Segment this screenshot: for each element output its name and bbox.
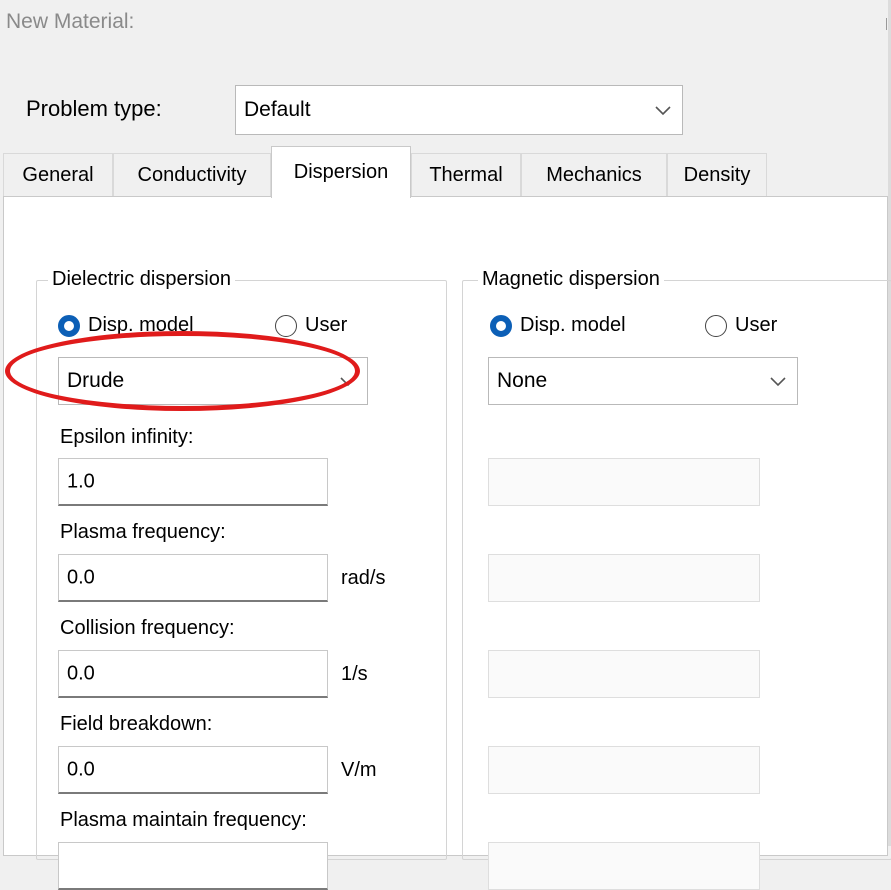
radio-selected-icon bbox=[58, 314, 80, 337]
magnetic-disabled-field-2 bbox=[488, 554, 760, 602]
plasma-maintain-frequency-label: Plasma maintain frequency: bbox=[60, 809, 307, 831]
field-breakdown-label: Field breakdown: bbox=[60, 713, 213, 735]
problem-type-value: Default bbox=[244, 98, 311, 121]
problem-type-label: Problem type: bbox=[26, 96, 162, 121]
collision-frequency-unit: 1/s bbox=[341, 663, 368, 685]
window-edge-mark bbox=[886, 18, 890, 30]
radio-unselected-icon bbox=[275, 314, 297, 337]
tab-density[interactable]: Density bbox=[667, 153, 767, 197]
magnetic-model-dropdown[interactable]: None bbox=[488, 357, 798, 405]
epsilon-infinity-input[interactable]: 1.0 bbox=[58, 458, 328, 506]
magnetic-disabled-field-4 bbox=[488, 746, 760, 794]
plasma-frequency-unit: rad/s bbox=[341, 567, 386, 589]
magnetic-radio-disp-model[interactable]: Disp. model bbox=[490, 314, 626, 337]
magnetic-radio-user[interactable]: User bbox=[705, 314, 777, 337]
collision-frequency-value: 0.0 bbox=[67, 662, 95, 684]
magnetic-disabled-field-5 bbox=[488, 842, 760, 890]
field-breakdown-unit: V/m bbox=[341, 759, 377, 781]
plasma-frequency-label: Plasma frequency: bbox=[60, 521, 226, 543]
magnetic-model-value: None bbox=[497, 369, 548, 392]
tab-conductivity[interactable]: Conductivity bbox=[113, 153, 271, 197]
epsilon-infinity-value: 1.0 bbox=[67, 470, 95, 492]
collision-frequency-label: Collision frequency: bbox=[60, 617, 235, 639]
dielectric-dispersion-title: Dielectric dispersion bbox=[48, 268, 235, 291]
magnetic-disabled-field-1 bbox=[488, 458, 760, 506]
dielectric-radio-user-label: User bbox=[305, 314, 348, 336]
tab-thermal[interactable]: Thermal bbox=[411, 153, 521, 197]
highlight-ellipse bbox=[5, 331, 360, 411]
magnetic-dispersion-title: Magnetic dispersion bbox=[478, 268, 664, 291]
dielectric-radio-user[interactable]: User bbox=[275, 314, 347, 337]
chevron-down-icon bbox=[655, 106, 671, 116]
magnetic-radio-user-label: User bbox=[735, 314, 778, 336]
chevron-down-icon bbox=[770, 377, 786, 387]
plasma-frequency-value: 0.0 bbox=[67, 566, 95, 588]
radio-unselected-icon bbox=[705, 314, 727, 337]
tab-general[interactable]: General bbox=[3, 153, 113, 197]
radio-selected-icon bbox=[490, 314, 512, 337]
epsilon-infinity-label: Epsilon infinity: bbox=[60, 426, 194, 448]
tab-dispersion[interactable]: Dispersion bbox=[271, 146, 411, 198]
magnetic-radio-disp-model-label: Disp. model bbox=[520, 314, 626, 336]
plasma-maintain-frequency-input[interactable] bbox=[58, 842, 328, 890]
plasma-frequency-input[interactable]: 0.0 bbox=[58, 554, 328, 602]
problem-type-dropdown[interactable]: Default bbox=[235, 85, 683, 135]
field-breakdown-input[interactable]: 0.0 bbox=[58, 746, 328, 794]
magnetic-disabled-field-3 bbox=[488, 650, 760, 698]
tab-mechanics[interactable]: Mechanics bbox=[521, 153, 667, 197]
collision-frequency-input[interactable]: 0.0 bbox=[58, 650, 328, 698]
field-breakdown-value: 0.0 bbox=[67, 758, 95, 780]
window-title: New Material: bbox=[6, 10, 135, 33]
